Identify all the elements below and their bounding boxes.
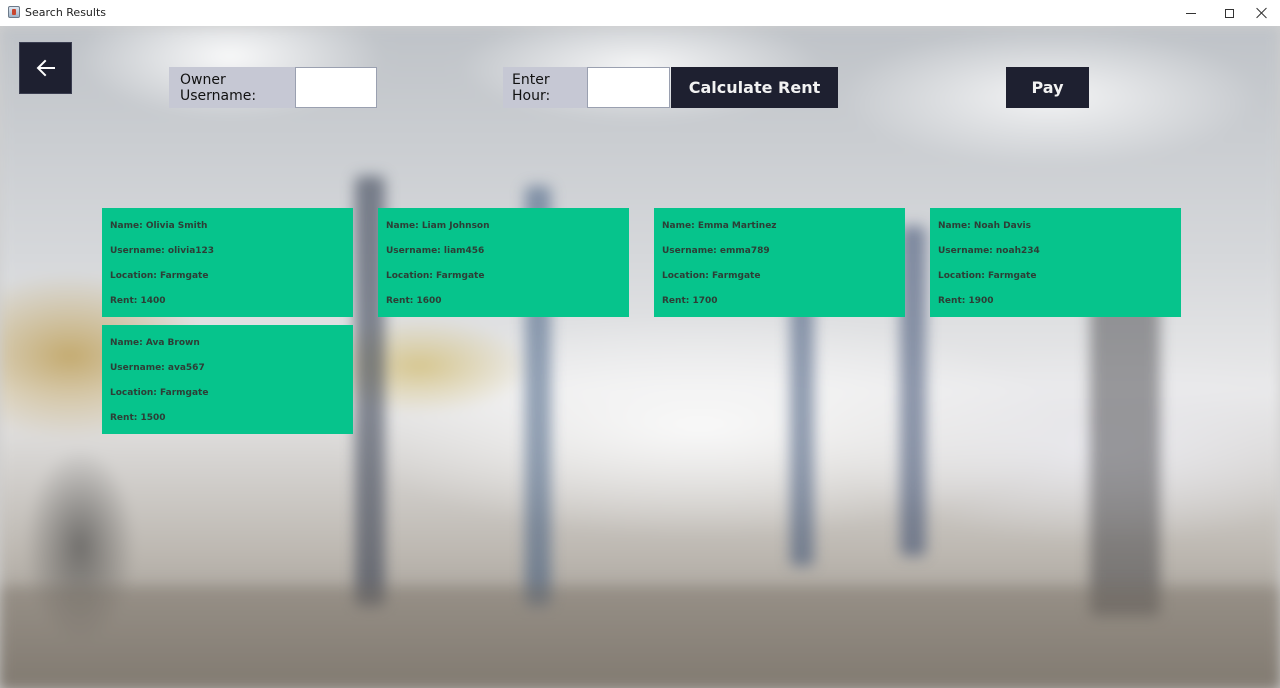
content-area: Owner Username: Enter Hour: Calculate Re…	[0, 26, 1280, 688]
card-username: Username: olivia123	[110, 246, 215, 256]
result-card[interactable]: Name: Olivia Smith Username: olivia123 L…	[102, 208, 353, 317]
card-rent: Rent: 1700	[662, 296, 718, 306]
card-location: Location: Farmgate	[386, 271, 485, 281]
card-username: Username: liam456	[386, 246, 485, 256]
card-location: Location: Farmgate	[662, 271, 761, 281]
back-button[interactable]	[19, 42, 72, 94]
result-card[interactable]: Name: Ava Brown Username: ava567 Locatio…	[102, 325, 353, 434]
card-rent: Rent: 1600	[386, 296, 442, 306]
background-pillar	[1090, 296, 1160, 616]
card-rent: Rent: 1500	[110, 413, 166, 423]
maximize-icon	[1224, 8, 1234, 18]
card-name: Name: Liam Johnson	[386, 221, 490, 231]
result-card[interactable]: Name: Noah Davis Username: noah234 Locat…	[930, 208, 1181, 317]
card-rent: Rent: 1400	[110, 296, 166, 306]
card-name: Name: Ava Brown	[110, 338, 200, 348]
card-location: Location: Farmgate	[110, 388, 209, 398]
enter-hour-input[interactable]	[587, 67, 670, 108]
card-username: Username: emma789	[662, 246, 770, 256]
arrow-left-icon	[36, 59, 55, 77]
card-name: Name: Noah Davis	[938, 221, 1032, 231]
calculate-rent-button[interactable]: Calculate Rent	[671, 67, 838, 108]
card-location: Location: Farmgate	[938, 271, 1037, 281]
result-card[interactable]: Name: Liam Johnson Username: liam456 Loc…	[378, 208, 629, 317]
background-floor	[0, 586, 1280, 688]
title-bar: Search Results	[0, 0, 1280, 27]
result-card[interactable]: Name: Emma Martinez Username: emma789 Lo…	[654, 208, 905, 317]
close-icon	[1256, 7, 1268, 19]
card-name: Name: Emma Martinez	[662, 221, 777, 231]
window-title: Search Results	[25, 6, 107, 19]
pay-button[interactable]: Pay	[1006, 67, 1089, 108]
minimize-icon	[1186, 12, 1196, 14]
card-location: Location: Farmgate	[110, 271, 209, 281]
card-rent: Rent: 1900	[938, 296, 994, 306]
close-button[interactable]	[1244, 0, 1280, 26]
enter-hour-label: Enter Hour:	[503, 67, 587, 108]
owner-username-label: Owner Username:	[169, 67, 295, 108]
card-username: Username: ava567	[110, 363, 205, 373]
card-name: Name: Olivia Smith	[110, 221, 208, 231]
owner-username-input[interactable]	[295, 67, 377, 108]
java-app-icon	[8, 6, 20, 18]
card-username: Username: noah234	[938, 246, 1040, 256]
search-results-window: Search Results Owner Username: Enter Hou…	[0, 0, 1280, 688]
